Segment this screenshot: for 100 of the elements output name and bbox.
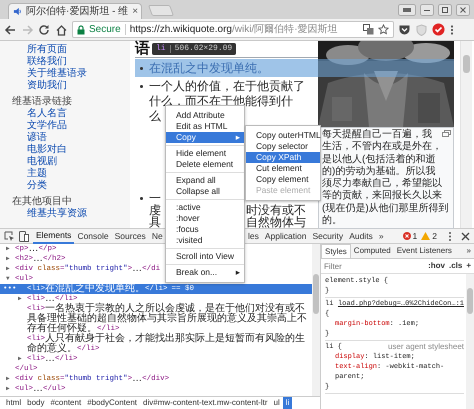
breadcrumb-item[interactable]: #bodyContent	[84, 397, 140, 409]
text-line: 在混乱之中发现单纯。	[149, 60, 269, 76]
menu-item[interactable]: Add Attribute	[166, 110, 244, 121]
inspect-icon[interactable]	[4, 230, 15, 242]
state-toggle-button[interactable]: .cls	[448, 261, 462, 271]
styles-tab[interactable]: Styles	[321, 244, 351, 258]
menu-item[interactable]: Copy element	[246, 174, 320, 185]
menu-item[interactable]: Copy selector	[246, 141, 320, 152]
security-label: Secure	[89, 24, 121, 36]
more-tabs-button[interactable]: »	[376, 228, 387, 244]
sidebar-link[interactable]: 资助我们	[27, 80, 67, 92]
enlarge-icon[interactable]	[442, 130, 451, 137]
inspect-tooltip: li 506.02×29.09	[152, 43, 236, 55]
tab-close-button[interactable]: ×	[132, 6, 138, 16]
devtools-tab[interactable]: Console	[74, 228, 112, 244]
breadcrumb-item[interactable]: li	[282, 397, 292, 409]
breadcrumb-item[interactable]: ul	[270, 397, 283, 409]
sidebar-link[interactable]: 所有页面	[27, 44, 67, 56]
sidebar-link[interactable]: 分类	[27, 180, 47, 192]
menu-item[interactable]: :visited	[166, 235, 244, 246]
menu-item[interactable]: Expand all	[166, 175, 244, 186]
devtools-tab[interactable]: Ne	[148, 228, 166, 244]
menu-item[interactable]: :active	[166, 202, 244, 213]
menu-item[interactable]: Edit as HTML	[166, 121, 244, 132]
styles-tab[interactable]: Event Listeners	[394, 244, 455, 258]
maximize-button[interactable]	[438, 4, 452, 16]
add-rule-button[interactable]: +	[466, 261, 471, 271]
menu-item[interactable]: Copy outerHTML	[246, 130, 320, 141]
home-button[interactable]	[55, 24, 68, 36]
styles-tab[interactable]: Computed	[350, 244, 394, 258]
sidebar-link[interactable]: 名人名言	[27, 108, 67, 120]
sidebar-link[interactable]: 主题	[27, 168, 47, 180]
stylesheet-origin: user agent stylesheet	[388, 342, 464, 352]
sidebar-link[interactable]: 维基共享资源	[27, 208, 87, 220]
sidebar-link[interactable]: 关于维基语录	[27, 68, 87, 80]
menu-item[interactable]: Scroll into View	[166, 251, 244, 262]
sidebar-link[interactable]: 电影对白	[27, 144, 67, 156]
menu-item[interactable]: Copy ▸	[166, 132, 244, 143]
caption-line: 的)的劳动为基础。所以我	[322, 166, 436, 178]
reload-button[interactable]	[38, 24, 51, 36]
caption-line: 须尽力奉献自己，希望能以	[322, 178, 442, 190]
menu-item[interactable]: Cut element	[246, 163, 320, 174]
error-counter[interactable]: 1	[402, 230, 418, 242]
menu-item[interactable]: Delete element	[166, 159, 244, 170]
browser-tab[interactable]: 阿尔伯特·爱因斯坦 - 维 ×	[8, 3, 142, 19]
devtools-tab[interactable]: les	[245, 228, 262, 244]
devtools-tab[interactable]: Audits	[346, 228, 376, 244]
more-tabs-button[interactable]: »	[464, 244, 474, 258]
sidebar-link[interactable]: 文学作品	[27, 120, 67, 132]
caption-line: 生活，不管内在或是外在，	[322, 141, 442, 154]
sidebar-link[interactable]: 电视剧	[27, 156, 57, 168]
minimize-button[interactable]	[420, 4, 434, 16]
menu-item[interactable]: Copy XPath	[246, 152, 320, 163]
profile-button[interactable]	[398, 4, 416, 16]
close-icon[interactable]	[461, 232, 470, 240]
close-button[interactable]	[456, 4, 470, 16]
menu-item[interactable]: Break on... ▸	[166, 267, 244, 278]
devtools-tab[interactable]: Application	[262, 228, 310, 244]
bullet-icon	[140, 197, 143, 200]
pocket-icon[interactable]	[398, 24, 411, 36]
breadcrumb-item[interactable]: #content	[47, 397, 84, 409]
devtools-tab[interactable]: Elements	[33, 228, 74, 244]
menu-icon[interactable]	[449, 24, 455, 36]
text-line: 么	[149, 109, 161, 124]
breadcrumb-item[interactable]: div#mw-content-text.mw-content-ltr	[140, 397, 270, 409]
caption-line: 等的贡献，来回报长久以来	[322, 190, 442, 202]
breadcrumb-item[interactable]: body	[24, 397, 48, 409]
scrollbar[interactable]	[312, 244, 320, 396]
device-icon[interactable]	[19, 230, 29, 242]
scrollbar[interactable]	[466, 274, 474, 409]
sidebar-link[interactable]: 谚语	[27, 132, 47, 144]
menu-icon[interactable]	[447, 230, 453, 242]
check-icon[interactable]	[432, 23, 445, 36]
text-line: 一个人的价值，在于他贡献了	[149, 79, 305, 94]
sidebar-link[interactable]: 联络我们	[27, 56, 67, 68]
devtools-tab[interactable]: Security	[309, 228, 346, 244]
star-icon[interactable]	[378, 24, 389, 35]
warning-counter[interactable]: 2	[421, 230, 437, 242]
back-button[interactable]	[4, 24, 17, 36]
menu-item[interactable]: Collapse all	[166, 186, 244, 197]
address-bar[interactable]: Secure https://zh.wikiquote.org/wiki/阿爾伯特·愛因斯坦	[72, 21, 394, 38]
warning-icon	[421, 232, 430, 240]
error-icon	[402, 232, 411, 240]
caption-line: 是以他人(包括活着的和逝	[322, 154, 436, 166]
text-line: 自然物体与	[246, 216, 306, 228]
devtools-tab[interactable]: Sources	[112, 228, 149, 244]
url-text: https://zh.wikiquote.org/wiki/阿爾伯特·愛因斯坦	[130, 24, 338, 36]
menu-item[interactable]: :focus	[166, 224, 244, 235]
menu-item[interactable]: :hover	[166, 213, 244, 224]
sidebar-heading: 维基语录链接	[12, 96, 72, 108]
breadcrumb-item[interactable]: html	[3, 397, 24, 409]
caption-line: 的。	[322, 215, 342, 228]
translate-icon[interactable]	[363, 24, 374, 35]
lock-icon	[77, 24, 85, 34]
caption-line: (现在仍是)从他们那里所得到	[322, 202, 449, 215]
state-toggle-button[interactable]: :hov	[428, 261, 445, 271]
scrollbar[interactable]	[460, 41, 472, 228]
text-line: 虔	[149, 204, 161, 216]
caption-line: 每天提醒自己一百遍，我	[322, 129, 432, 140]
menu-item[interactable]: Hide element	[166, 148, 244, 159]
